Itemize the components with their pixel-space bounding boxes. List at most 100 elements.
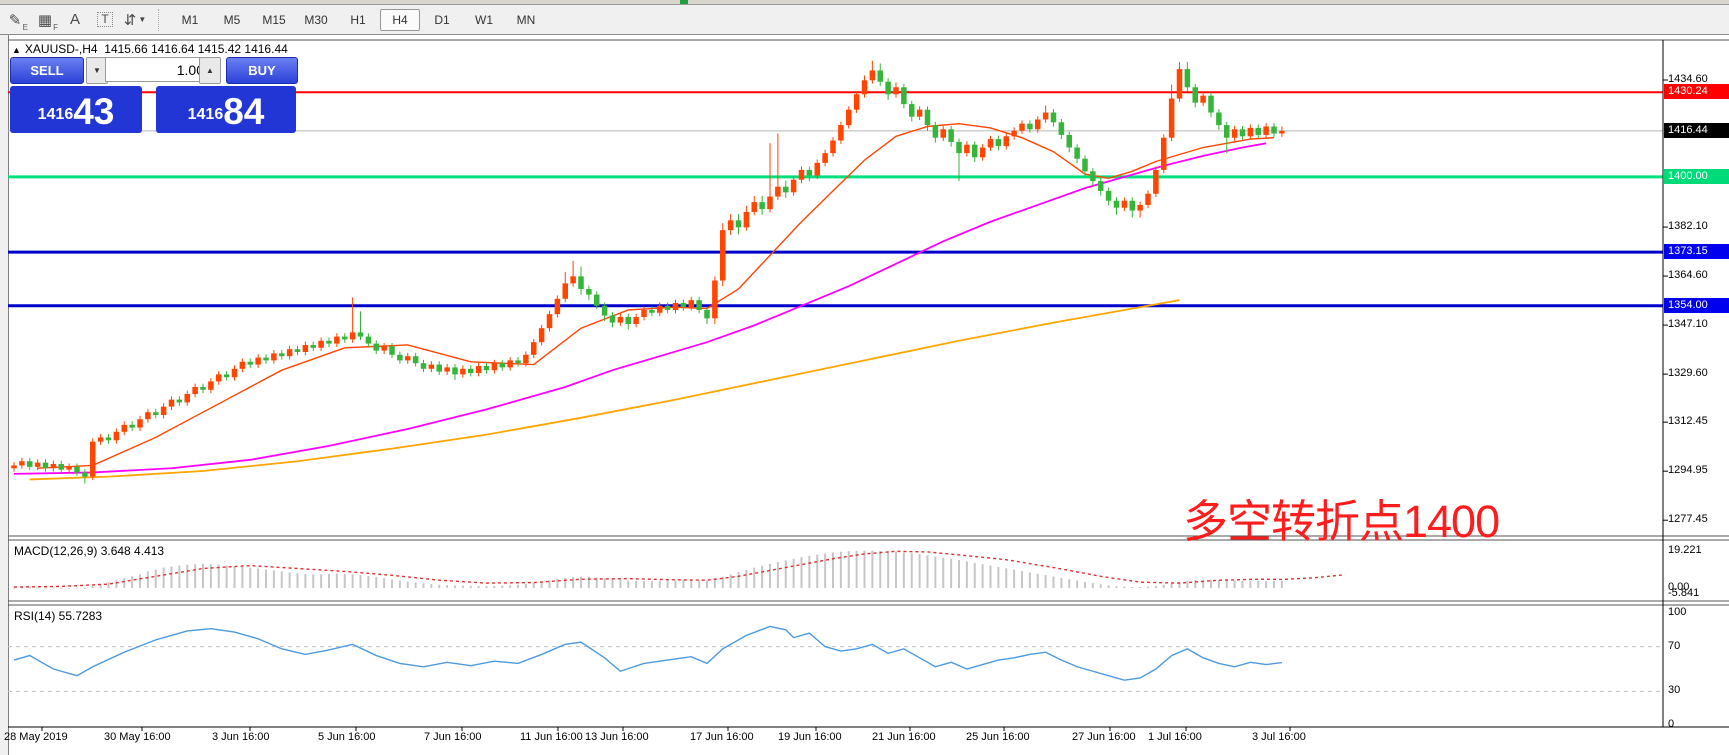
price-tick-label: 1329.60 (1668, 367, 1708, 379)
candle-body (807, 170, 813, 176)
candle-body (1130, 201, 1136, 211)
candle-body (689, 300, 695, 307)
macd-histogram-bar (163, 568, 165, 588)
macd-histogram-bar (407, 582, 409, 588)
buy-button[interactable]: BUY (226, 57, 298, 84)
macd-histogram-bar (887, 551, 889, 588)
volume-increase-button[interactable]: ▲ (199, 57, 221, 84)
macd-histogram-bar (793, 559, 795, 588)
candle-body (460, 369, 466, 375)
candle-body (122, 425, 128, 432)
macd-histogram-bar (1053, 576, 1055, 588)
macd-histogram-bar (651, 581, 653, 588)
price-tick-label: 1294.95 (1668, 464, 1708, 476)
rsi-axis-value: 30 (1668, 684, 1680, 696)
macd-histogram-bar (493, 586, 495, 588)
collapse-icon[interactable]: ▲ (12, 45, 21, 55)
candle-body (429, 365, 435, 369)
buy-price-box[interactable]: 141684 (156, 86, 296, 133)
macd-histogram-bar (249, 568, 251, 588)
candle-body (744, 212, 750, 227)
macd-histogram-bar (659, 581, 661, 588)
candle-body (1082, 159, 1088, 172)
candle-body (838, 125, 844, 140)
macd-histogram-bar (1076, 581, 1078, 588)
macd-histogram-bar (675, 580, 677, 588)
macd-histogram-bar (1163, 585, 1165, 588)
candle-body (791, 180, 797, 193)
chart-window[interactable]: ▲XAUUSD-,H4 1415.66 1416.64 1415.42 1416… (0, 35, 1729, 755)
time-axis-label: 27 Jun 16:00 (1072, 731, 1136, 743)
time-axis-label: 19 Jun 16:00 (778, 731, 842, 743)
candle-body (381, 346, 387, 350)
macd-histogram-bar (367, 576, 369, 588)
macd-histogram-bar (123, 578, 125, 588)
macd-histogram-bar (1281, 581, 1283, 588)
macd-histogram-bar (415, 583, 417, 588)
time-axis-label: 5 Jun 16:00 (318, 731, 376, 743)
candle-body (255, 358, 261, 365)
macd-axis-value: 19.221 (1668, 544, 1702, 556)
macd-histogram-bar (785, 560, 787, 588)
candle-body (1271, 126, 1277, 133)
time-axis-label: 3 Jun 16:00 (212, 731, 270, 743)
candle-body (90, 442, 96, 477)
candle-body (563, 283, 569, 298)
time-axis-label: 11 Jun 16:00 (520, 731, 583, 743)
candle-body (405, 356, 411, 360)
volume-input[interactable] (105, 57, 211, 82)
candle-body (878, 70, 884, 81)
candle-body (1161, 138, 1167, 170)
rsi-axis-value: 0 (1668, 718, 1674, 730)
price-level-badge: 1416.44 (1664, 123, 1729, 138)
candle-body (649, 310, 655, 313)
macd-histogram-bar (706, 581, 708, 588)
time-axis-label: 28 May 2019 (4, 731, 68, 743)
macd-histogram-bar (997, 567, 999, 588)
candle-body (492, 363, 498, 370)
macd-histogram-bar (564, 578, 566, 588)
macd-histogram-bar (635, 581, 637, 588)
candle-body (1185, 69, 1191, 87)
candle-body (137, 419, 143, 427)
macd-histogram-bar (753, 568, 755, 588)
macd-histogram-bar (234, 566, 236, 588)
candle-body (27, 461, 33, 467)
macd-histogram-bar (667, 581, 669, 588)
macd-histogram-bar (966, 561, 968, 588)
macd-histogram-bar (360, 575, 362, 588)
macd-histogram-bar (1265, 581, 1267, 588)
candle-body (972, 145, 978, 158)
macd-histogram-bar (454, 585, 456, 588)
candle-body (208, 381, 214, 389)
macd-histogram-bar (37, 587, 39, 588)
candle-body (169, 400, 175, 407)
candle-body (66, 467, 72, 470)
macd-histogram-bar (344, 574, 346, 588)
price-level-badge: 1373.15 (1664, 244, 1729, 259)
macd-histogram-bar (974, 563, 976, 588)
macd-histogram-bar (1210, 580, 1212, 588)
candle-body (397, 355, 403, 361)
candle-body (318, 341, 324, 348)
candle-body (830, 141, 836, 154)
macd-histogram-bar (147, 571, 149, 588)
candle-body (413, 356, 419, 363)
sell-price-box[interactable]: 141643 (10, 86, 142, 133)
macd-histogram-bar (895, 552, 897, 588)
candle-body (216, 374, 222, 381)
candle-body (271, 353, 277, 360)
macd-histogram-bar (281, 571, 283, 588)
macd-histogram-bar (1186, 581, 1188, 588)
macd-histogram-bar (927, 555, 929, 588)
candle-body (1263, 126, 1269, 134)
candle-body (941, 129, 947, 137)
sell-button[interactable]: SELL (10, 57, 84, 84)
macd-histogram-bar (446, 585, 448, 588)
candle-body (1216, 112, 1222, 125)
candle-body (468, 369, 474, 373)
candle-body (1137, 205, 1143, 211)
candle-body (759, 202, 765, 209)
trading-app-window: ✎E▦FAT⇵▼ M1M5M15M30H1H4D1W1MN ▲XAUUSD-,H… (0, 0, 1729, 755)
candle-body (500, 363, 506, 367)
